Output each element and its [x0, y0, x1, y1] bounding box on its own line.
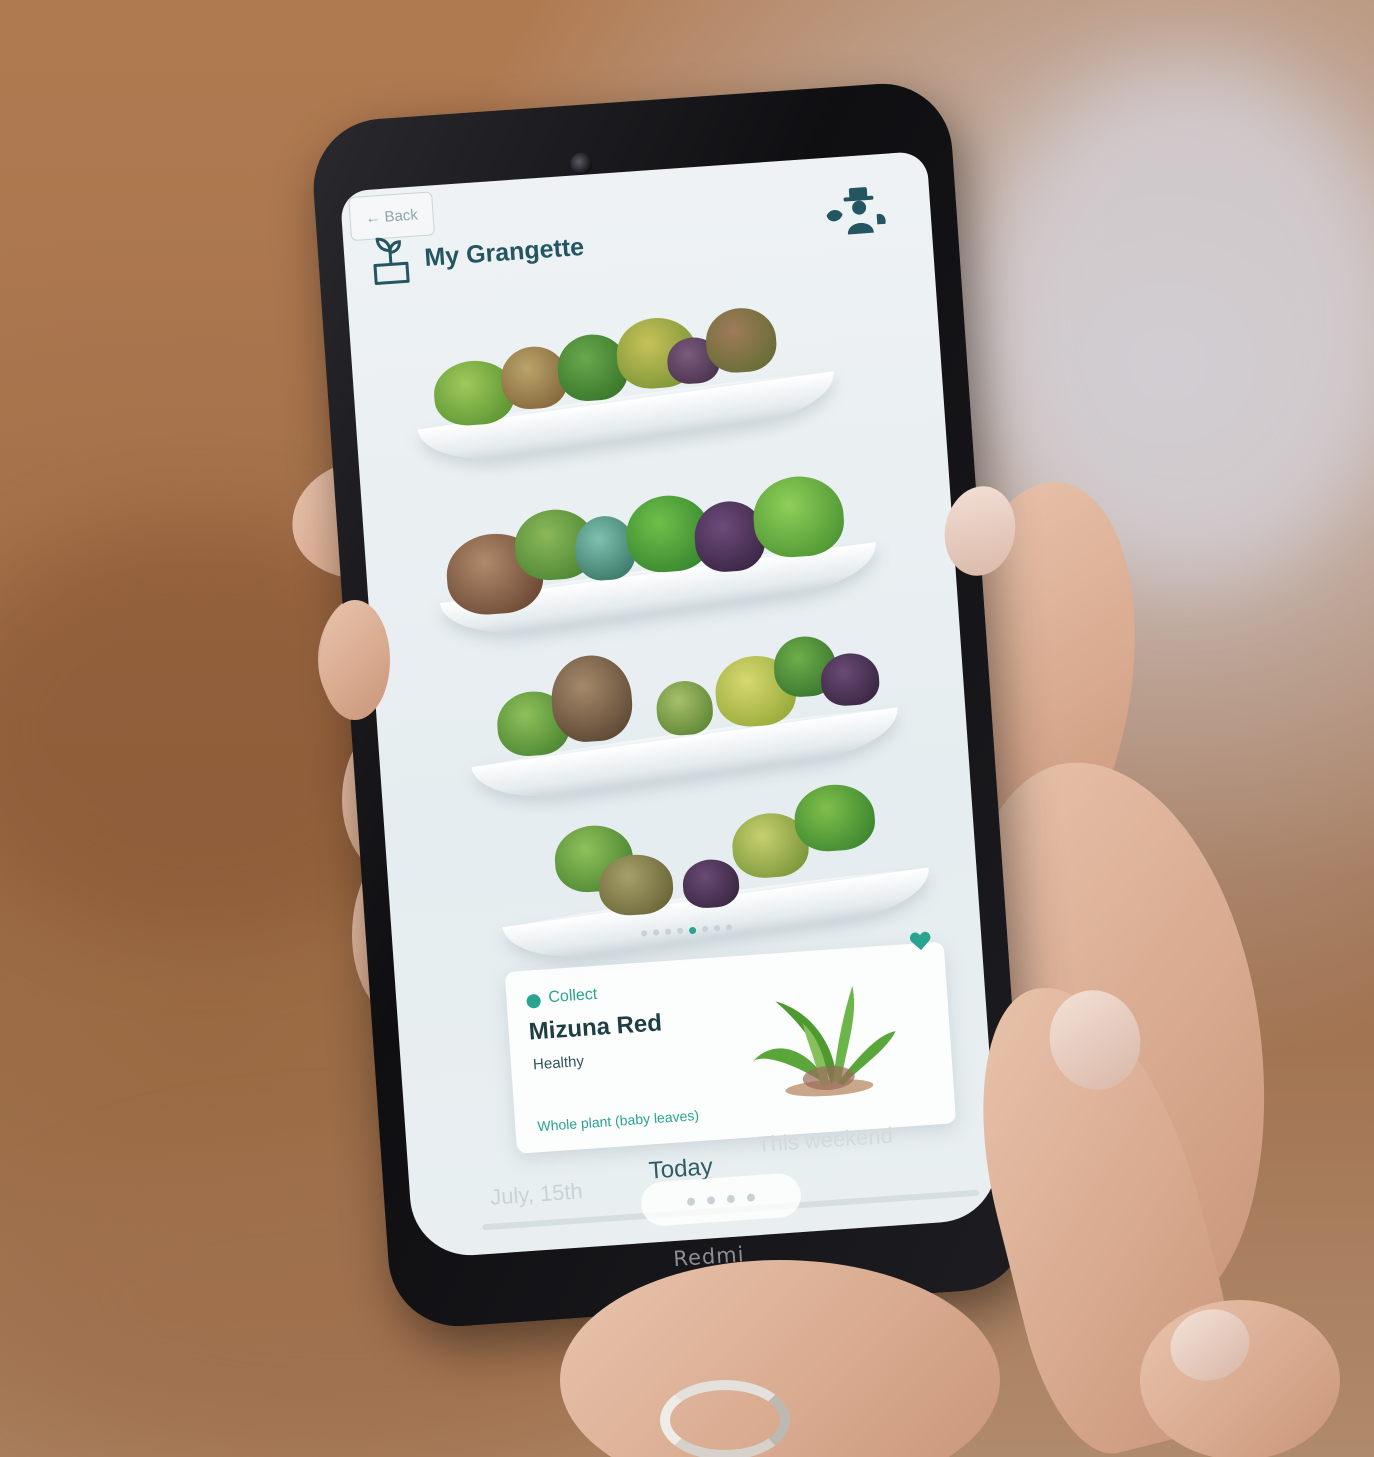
page-dot-active[interactable] [688, 926, 696, 935]
nav-dot[interactable] [746, 1193, 756, 1202]
page-dot[interactable] [640, 930, 647, 937]
smartphone: ← Back My Grangette Collect Mizuna Red H… [308, 79, 1032, 1331]
status-dot [526, 993, 542, 1009]
plant-health: Healthy [532, 1052, 585, 1074]
page-dot[interactable] [676, 927, 683, 935]
app-screen: ← Back My Grangette Collect Mizuna Red H… [339, 150, 1001, 1260]
plant [703, 305, 779, 375]
front-camera [569, 152, 594, 176]
gardener-avatar-icon[interactable] [819, 183, 892, 238]
page-title: My Grangette [423, 232, 585, 273]
plant [750, 473, 847, 560]
timeline-past[interactable]: July, 15th [489, 1178, 583, 1210]
heart-icon[interactable] [909, 930, 932, 951]
page-dot[interactable] [664, 928, 671, 935]
sprout-logo-icon [373, 237, 410, 285]
nav-dot[interactable] [686, 1197, 696, 1207]
plant [654, 679, 715, 737]
page-dot[interactable] [652, 929, 659, 936]
plant-name: Mizuna Red [527, 1009, 663, 1046]
page-dot[interactable] [713, 925, 720, 932]
left-finger-tip [320, 600, 390, 720]
nav-dot[interactable] [706, 1196, 716, 1205]
photo-scene: ← Back My Grangette Collect Mizuna Red H… [0, 0, 1374, 1457]
harvest-type: Whole plant (baby leaves) [536, 1107, 700, 1135]
plant [792, 782, 877, 854]
page-dot[interactable] [725, 924, 732, 931]
plant [548, 652, 635, 745]
page-dot[interactable] [701, 925, 708, 933]
mizuna-plant-image [751, 985, 896, 1097]
ring [660, 1380, 790, 1457]
nav-dot[interactable] [726, 1194, 736, 1204]
status-label: Collect [547, 985, 598, 1007]
